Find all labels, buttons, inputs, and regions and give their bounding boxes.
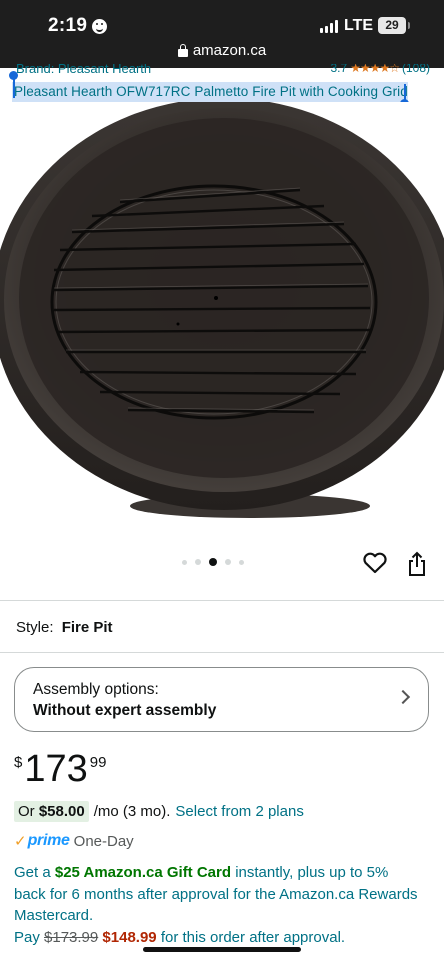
cellular-signal-icon xyxy=(320,20,338,33)
share-icon[interactable] xyxy=(406,551,428,577)
financing-row: Or $58.00 /mo (3 mo). Select from 2 plan… xyxy=(14,801,304,822)
rating-value: 3.7 xyxy=(330,64,348,75)
prime-delivery: ✓ prime One-Day xyxy=(14,832,134,850)
prime-check-icon: ✓ xyxy=(14,833,27,850)
image-carousel-dots[interactable] xyxy=(182,558,244,566)
product-image[interactable] xyxy=(0,102,444,522)
monthly-payment-badge: Or $58.00 xyxy=(14,801,89,822)
assembly-value: Without expert assembly xyxy=(33,702,217,719)
credit-card-promo[interactable]: Get a $25 Amazon.ca Gift Card instantly,… xyxy=(14,862,424,948)
promo-pay-label: Pay xyxy=(14,928,45,946)
clock-time: 2:19 xyxy=(48,15,88,36)
heart-icon[interactable] xyxy=(362,551,388,575)
promo-old-price: $173.99 xyxy=(44,928,99,946)
rating-count: (108) xyxy=(401,64,430,75)
promo-text-start: Get a xyxy=(14,864,55,881)
lock-icon xyxy=(177,43,188,57)
star-rating-icon: ★★★★☆ xyxy=(350,64,400,75)
assembly-options-button[interactable]: Assembly options: Without expert assembl… xyxy=(14,667,429,732)
chevron-right-icon xyxy=(395,689,411,705)
price-whole: 173 xyxy=(24,748,88,790)
url-bar[interactable]: amazon.ca xyxy=(0,42,444,59)
section-divider xyxy=(0,652,444,653)
browser-status-bar: 2:19 LTE 29 amazon.ca xyxy=(0,0,444,68)
rating-summary[interactable]: 3.7 ★★★★☆ (108) xyxy=(331,64,431,75)
carousel-dot[interactable] xyxy=(225,559,231,565)
url-text: amazon.ca xyxy=(192,42,267,59)
carousel-dot[interactable] xyxy=(239,559,244,565)
product-title[interactable]: Pleasant Hearth OFW717RC Palmetto Fire P… xyxy=(14,84,408,99)
monthly-prefix: Or xyxy=(18,803,35,820)
style-label: Style: xyxy=(16,619,54,636)
home-indicator[interactable] xyxy=(143,947,301,952)
focus-mode-icon xyxy=(92,18,108,34)
promo-suffix: for this order after approval. xyxy=(156,928,346,946)
promo-new-price: $148.99 xyxy=(102,928,157,946)
carousel-dot[interactable] xyxy=(195,559,201,565)
assembly-label: Assembly options: xyxy=(33,681,159,698)
promo-gift-card: $25 Amazon.ca Gift Card xyxy=(54,864,232,881)
battery-icon: 29 xyxy=(378,17,410,34)
brand-rating-row: Brand: Pleasant Hearth 3.7 ★★★★☆ (108) xyxy=(0,64,444,78)
delivery-speed: One-Day xyxy=(73,832,134,850)
monthly-amount: $58.00 xyxy=(38,803,85,820)
carousel-dot[interactable] xyxy=(182,559,187,565)
price: $ 173 99 xyxy=(14,750,106,788)
carousel-dot-active[interactable] xyxy=(209,558,217,566)
network-type: LTE xyxy=(344,17,374,34)
price-currency: $ xyxy=(14,754,23,771)
price-fraction: 99 xyxy=(89,754,107,771)
brand-link[interactable]: Brand: Pleasant Hearth xyxy=(16,64,151,76)
monthly-term: /mo (3 mo). xyxy=(93,803,171,820)
section-divider xyxy=(0,600,444,601)
clock: 2:19 xyxy=(48,15,108,37)
select-plans-link[interactable]: Select from 2 plans xyxy=(175,803,303,820)
selection-start-handle[interactable] xyxy=(9,71,18,80)
style-value: Fire Pit xyxy=(61,619,113,636)
prime-logo: prime xyxy=(27,832,70,849)
style-selector: Style: Fire Pit xyxy=(16,619,113,636)
